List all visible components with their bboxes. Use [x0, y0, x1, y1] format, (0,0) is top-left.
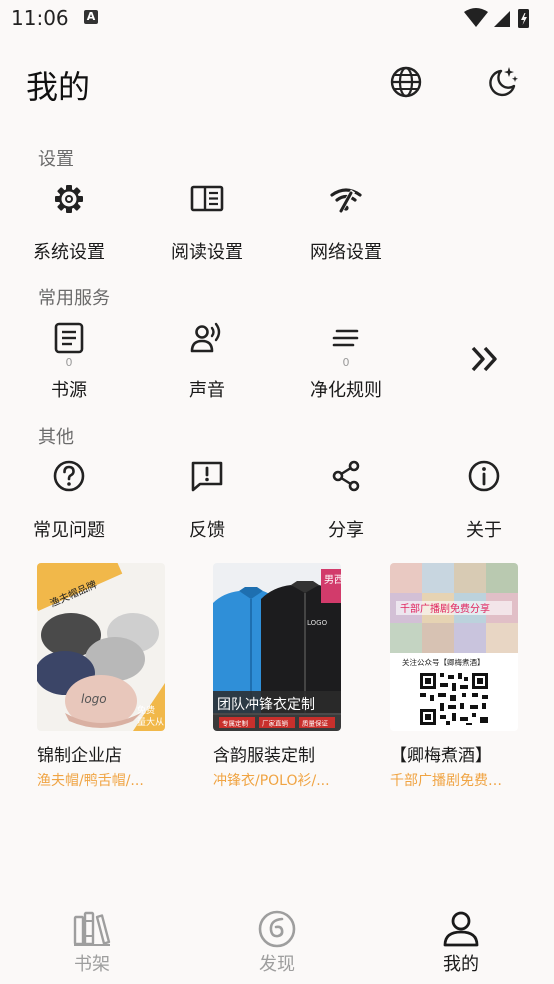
svg-text:LOGO: LOGO — [307, 619, 328, 627]
system-settings-button[interactable]: 系统设置 — [0, 178, 138, 268]
nav-label-discover: 发现 — [259, 954, 295, 975]
network-settings-label: 网络设置 — [310, 242, 382, 263]
nav-tab-discover[interactable]: 发现 — [185, 896, 369, 984]
reading-settings-label: 阅读设置 — [171, 242, 243, 263]
book-source-button[interactable]: 0 书源 — [0, 318, 138, 408]
header: 我的 — [0, 50, 554, 114]
question-circle-icon — [53, 460, 85, 492]
book-source-count: 0 — [65, 356, 73, 369]
nav-label-mine: 我的 — [443, 954, 479, 975]
caps-product-image: 渔夫帽品牌 logo 免费 量大从 — [37, 563, 165, 731]
status-time: 11:06 — [11, 6, 69, 30]
purify-rules-label: 净化规则 — [310, 380, 382, 401]
ad-subtitle: 渔夫帽/鸭舌帽/... — [37, 773, 144, 789]
bookshelf-icon — [73, 911, 111, 946]
section-label-services: 常用服务 — [38, 288, 110, 309]
notification-a-icon: A — [84, 10, 98, 24]
jackets-product-image: LOGO 男西 团队冲锋衣定制 专属定制 厂家直销 质量保证 — [213, 563, 341, 731]
svg-text:厂家直销: 厂家直销 — [262, 719, 289, 728]
faq-label: 常见问题 — [33, 520, 105, 541]
page-title: 我的 — [26, 68, 91, 106]
reading-settings-button[interactable]: 阅读设置 — [138, 178, 276, 268]
svg-text:关注公众号【卿梅煮酒】: 关注公众号【卿梅煮酒】 — [402, 657, 485, 667]
purify-rules-count: 0 — [342, 356, 350, 369]
system-settings-label: 系统设置 — [33, 242, 105, 263]
about-button[interactable]: 关于 — [415, 456, 553, 546]
section-label-settings: 设置 — [38, 149, 74, 170]
about-label: 关于 — [466, 520, 502, 541]
nav-label-bookshelf: 书架 — [74, 954, 110, 975]
user-icon — [443, 911, 479, 947]
ad-subtitle: 冲锋衣/POLO衫/... — [213, 773, 330, 789]
faq-button[interactable]: 常见问题 — [0, 456, 138, 546]
nav-tab-mine[interactable]: 我的 — [369, 896, 553, 984]
system-status-icons — [464, 8, 529, 28]
ad-title: 锦制企业店 — [37, 746, 122, 766]
book-source-label: 书源 — [51, 380, 87, 401]
ad-subtitle: 千部广播剧免费… — [390, 773, 502, 789]
document-list-icon — [54, 322, 84, 354]
share-label: 分享 — [328, 520, 364, 541]
svg-text:质量保证: 质量保证 — [302, 719, 329, 728]
feedback-button[interactable]: 反馈 — [138, 456, 276, 546]
ad-title: 含韵服装定制 — [213, 746, 315, 766]
wifi-icon — [464, 8, 488, 27]
svg-text:专属定制: 专属定制 — [222, 719, 249, 728]
svg-text:免费: 免费 — [137, 704, 155, 716]
gear-icon — [55, 185, 83, 213]
qr-code — [418, 671, 490, 727]
nav-tab-bookshelf[interactable]: 书架 — [0, 896, 184, 984]
feedback-message-icon — [191, 461, 223, 492]
language-globe-icon[interactable] — [388, 64, 424, 100]
svg-text:男西: 男西 — [324, 574, 341, 586]
network-settings-button[interactable]: 网络设置 — [277, 178, 415, 268]
more-services-chevron-icon[interactable] — [468, 344, 502, 374]
night-mode-moon-icon[interactable] — [484, 64, 520, 100]
share-button[interactable]: 分享 — [277, 456, 415, 546]
svg-text:量大从: 量大从 — [137, 716, 164, 728]
ad-title: 【卿梅煮酒】 — [390, 746, 492, 766]
info-circle-icon — [468, 460, 500, 492]
voice-label: 声音 — [189, 380, 225, 401]
audio-drama-banner-text: 千部广播剧免费分享 — [400, 602, 490, 615]
audio-drama-qr-image: 千部广播剧免费分享 关注公众号【卿梅煮酒】 — [390, 563, 518, 731]
filter-lines-icon — [332, 329, 359, 347]
caps-logo-text: logo — [81, 692, 107, 706]
voice-button[interactable]: 声音 — [138, 318, 276, 408]
network-wifi-icon — [330, 188, 362, 215]
section-label-others: 其他 — [38, 427, 74, 448]
voice-speaker-icon — [190, 322, 221, 353]
discover-icon — [258, 910, 296, 948]
feedback-label: 反馈 — [189, 520, 225, 541]
purify-rules-button[interactable]: 0 净化规则 — [277, 318, 415, 408]
bottom-nav: 书架 发现 我的 — [0, 896, 554, 984]
share-icon — [332, 460, 360, 492]
book-layout-icon — [190, 185, 224, 212]
status-bar: 11:06 A — [0, 0, 554, 36]
jackets-banner-text: 团队冲锋衣定制 — [217, 697, 315, 713]
signal-icon — [494, 11, 510, 27]
